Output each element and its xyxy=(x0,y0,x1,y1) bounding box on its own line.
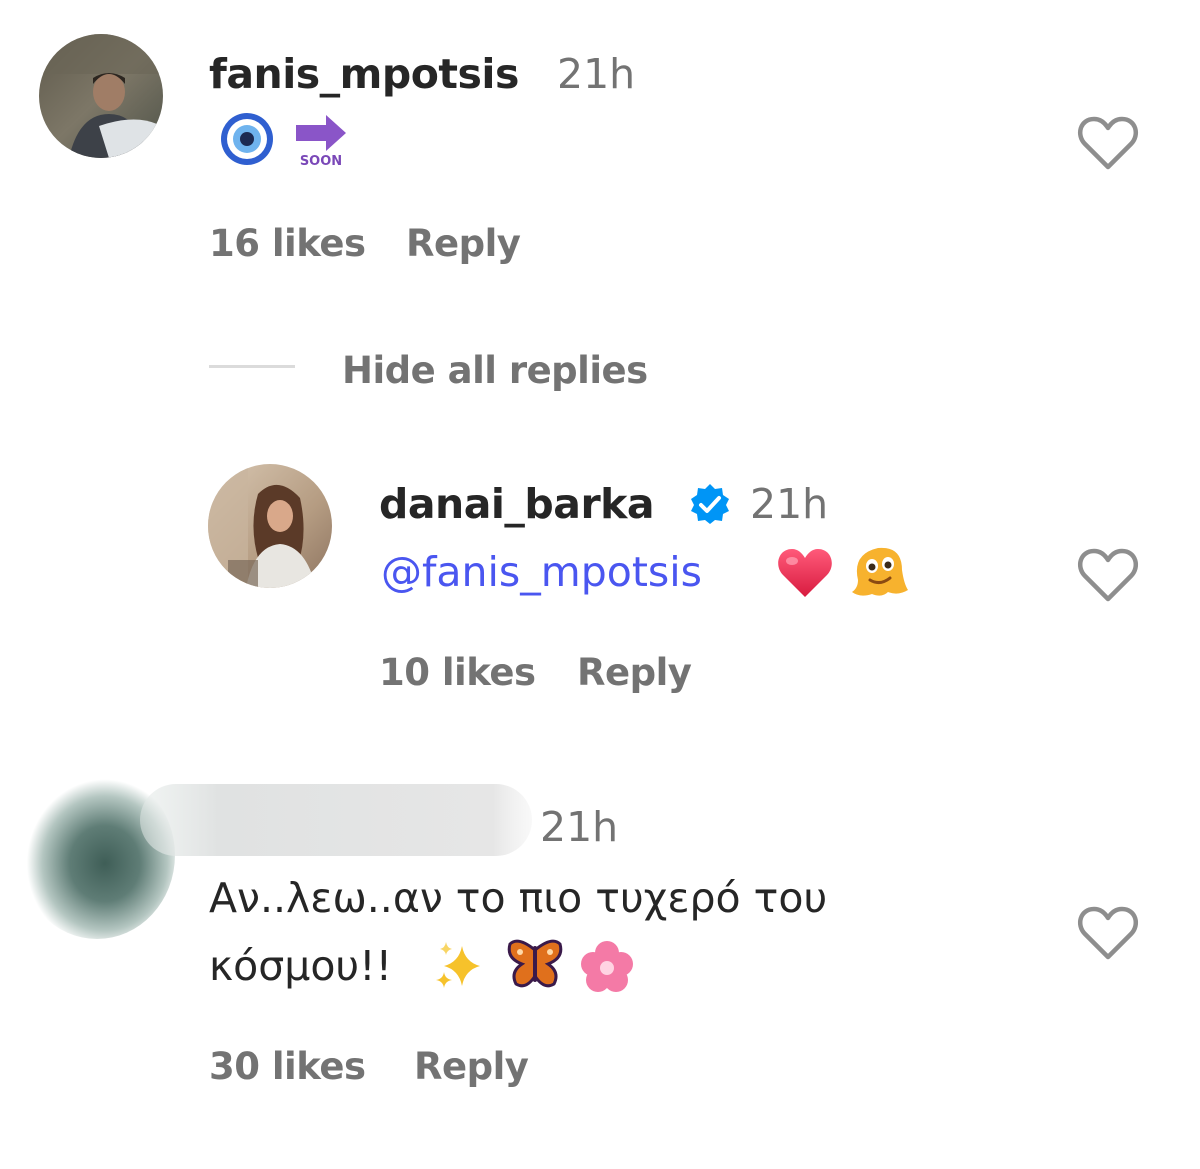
butterfly-icon xyxy=(506,936,564,992)
comment-time[interactable]: 21h xyxy=(540,803,618,851)
like-heart-icon[interactable] xyxy=(1077,904,1139,962)
reply-button[interactable]: Reply xyxy=(406,222,521,265)
comment-time[interactable]: 21h xyxy=(750,480,828,528)
comment-username[interactable]: fanis_mpotsis xyxy=(209,50,519,98)
replies-divider-line xyxy=(209,365,295,368)
sparkles-icon xyxy=(432,940,490,994)
soon-label: SOON xyxy=(300,154,342,168)
cherry-blossom-icon xyxy=(578,940,636,994)
like-heart-icon[interactable] xyxy=(1077,546,1139,604)
comment-username[interactable]: danai_barka xyxy=(379,480,655,528)
likes-count[interactable]: 30 likes xyxy=(209,1045,366,1088)
verified-badge-icon xyxy=(688,482,732,526)
red-heart-icon xyxy=(776,546,834,600)
nazar-amulet-icon xyxy=(220,112,274,166)
mention-link[interactable]: @fanis_mpotsis xyxy=(381,548,702,596)
comment-time[interactable]: 21h xyxy=(557,50,635,98)
blurred-username[interactable] xyxy=(140,778,532,862)
reply-button[interactable]: Reply xyxy=(577,651,692,694)
hide-replies-button[interactable]: Hide all replies xyxy=(342,349,648,392)
comment-text: Αν..λεω..αν το πιο τυχερό του xyxy=(209,874,828,922)
melting-face-icon xyxy=(848,540,910,600)
avatar[interactable] xyxy=(208,464,332,588)
like-heart-icon[interactable] xyxy=(1077,114,1139,172)
comment-text: κόσμου!! xyxy=(209,942,392,990)
reply-button[interactable]: Reply xyxy=(414,1045,529,1088)
avatar[interactable] xyxy=(39,34,163,158)
likes-count[interactable]: 10 likes xyxy=(379,651,536,694)
soon-arrow-icon: SOON xyxy=(292,112,350,169)
likes-count[interactable]: 16 likes xyxy=(209,222,366,265)
